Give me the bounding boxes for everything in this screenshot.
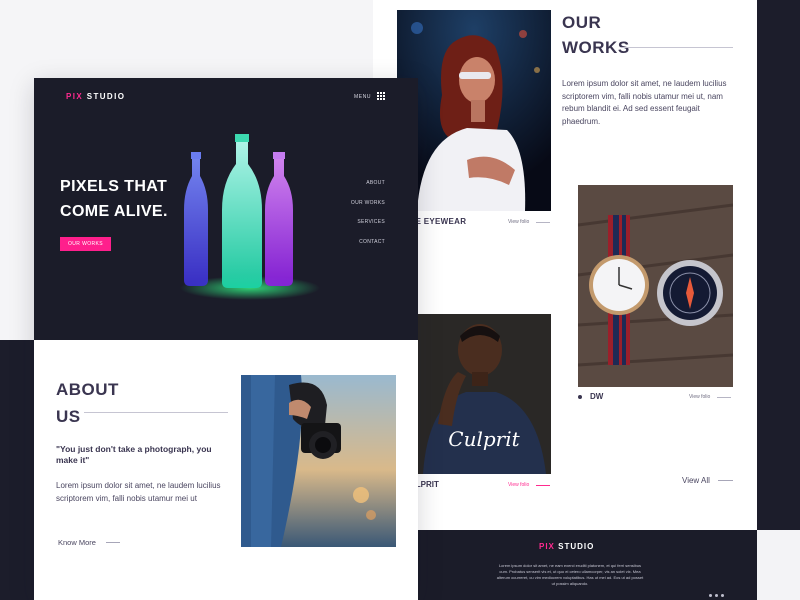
footer-logo[interactable]: PIX STUDIO	[539, 542, 594, 551]
site-logo[interactable]: PIX STUDIO	[66, 92, 125, 101]
view-folio-link[interactable]: View folio	[508, 219, 529, 225]
about-section: ABOUT US "You just don't take a photogra…	[34, 340, 418, 600]
background-dark-right	[757, 0, 800, 530]
work-photo-culprit[interactable]: Culprit	[418, 314, 551, 474]
works-title: OUR WORKS	[562, 13, 630, 57]
nav-item-contact[interactable]: CONTACT	[351, 239, 385, 259]
view-folio-link[interactable]: View folio	[689, 394, 710, 400]
divider-line	[621, 47, 733, 48]
work-photo-eyewear[interactable]	[397, 10, 551, 211]
works-description: Lorem ipsum dolor sit amet, ne laudem lu…	[562, 79, 727, 126]
divider-line	[718, 480, 733, 481]
divider-line	[84, 412, 228, 413]
works-page: AGE EYEWEAR View folio OUR WORKS Lorem i…	[373, 0, 757, 600]
menu-label[interactable]: MENU	[354, 94, 371, 100]
view-folio-link[interactable]: View folio	[508, 482, 529, 488]
shirt-print: Culprit	[448, 427, 520, 451]
bullet-dot	[578, 395, 582, 399]
hero-title: PIXELS THAT COME ALIVE.	[60, 178, 168, 220]
divider-line	[106, 542, 120, 543]
footer: PIX STUDIO Lorem ipsum dolor sit amet, n…	[417, 530, 757, 600]
divider-line	[717, 397, 731, 398]
about-body: Lorem ipsum dolor sit amet, ne laudem lu…	[56, 481, 221, 503]
nav-item-services[interactable]: SERVICES	[351, 219, 385, 239]
nav-item-our-works[interactable]: OUR WORKS	[351, 200, 385, 220]
our-works-button[interactable]: OUR WORKS	[60, 237, 111, 251]
glowing-bottles-image	[180, 134, 320, 300]
about-quote: "You just don't take a photograph, you m…	[56, 444, 212, 465]
social-icons[interactable]	[709, 594, 727, 597]
photographer-photo	[241, 375, 396, 547]
hero-nav: ABOUT OUR WORKS SERVICES CONTACT	[351, 180, 385, 258]
about-title: ABOUT US	[56, 380, 119, 426]
view-all-link[interactable]: View All	[682, 476, 710, 485]
divider-line	[536, 222, 550, 223]
hero-section: PIX STUDIO MENU PIXELS THAT COME ALIVE. …	[34, 78, 418, 340]
work-caption: DW	[590, 392, 604, 401]
background-light-corner	[757, 530, 800, 600]
divider-line	[536, 485, 550, 486]
home-page: PIX STUDIO MENU PIXELS THAT COME ALIVE. …	[34, 78, 418, 600]
grid-icon[interactable]	[377, 92, 385, 100]
work-photo-watch[interactable]	[578, 185, 733, 387]
nav-item-about[interactable]: ABOUT	[351, 180, 385, 200]
footer-text: Lorem ipsum dolor sit amet, ne eam exerc…	[496, 563, 644, 586]
know-more-link[interactable]: Know More	[58, 538, 96, 547]
